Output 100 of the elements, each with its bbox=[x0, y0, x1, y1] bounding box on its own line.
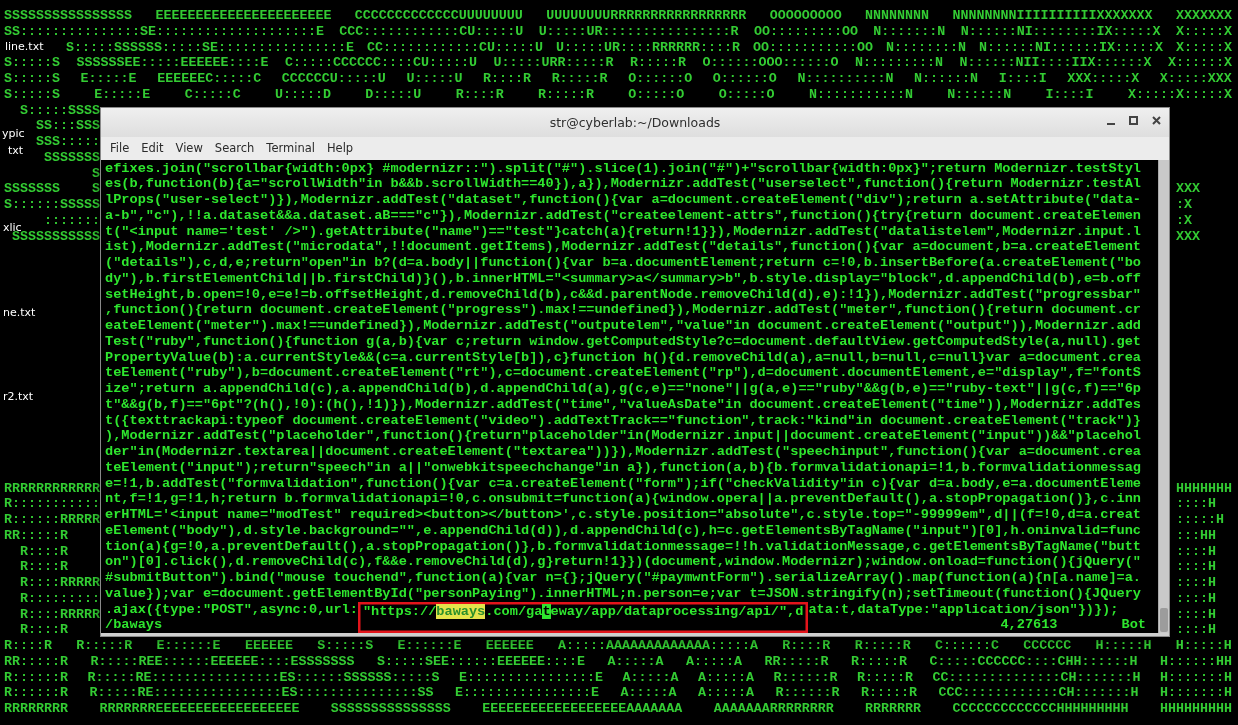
menu-item[interactable]: File bbox=[104, 139, 136, 158]
ascii-art-text: U:::::D bbox=[275, 86, 331, 103]
window-title: str@cyberlab:~/Downloads bbox=[549, 114, 721, 130]
code-text: .com/ga bbox=[485, 603, 543, 619]
ascii-art-text: X:::::X bbox=[1175, 23, 1232, 40]
code-line: teElement("ruby"),b=document.createElement("rt"),c=document.createElement("rp"),d=document.documentElement,e="display",f="fontS bbox=[105, 365, 1142, 381]
ascii-art-text: H::::::HH bbox=[1160, 653, 1232, 670]
maximize-icon[interactable] bbox=[1129, 115, 1138, 125]
code-line: es(b,function(b){a="scrollWidth"in b&&b.scrollWidth==40}),a}),Modernizr.addTest("userselect",function(){return Modernizr.testAl bbox=[105, 176, 1142, 192]
ascii-art-text: XXX bbox=[1176, 181, 1200, 197]
ascii-art-text: OO:::::::::OO bbox=[753, 23, 858, 40]
file-label[interactable]: line.txt bbox=[5, 40, 44, 53]
ascii-art-text: O:::::O bbox=[628, 86, 685, 103]
ascii-art-text: XXXXXXX bbox=[1175, 8, 1232, 24]
file-label[interactable]: ypic bbox=[2, 127, 25, 140]
menu-item[interactable]: View bbox=[169, 139, 209, 158]
ascii-art-text: D:::::U bbox=[365, 86, 422, 103]
ascii-art-text: X:::::X:::::X bbox=[1127, 86, 1232, 103]
scroll-position: Bot bbox=[1121, 617, 1146, 633]
scrollbar[interactable] bbox=[1158, 159, 1169, 633]
ascii-art-text: AAAAAAARRRRRRRR bbox=[713, 701, 834, 717]
text-cursor: t bbox=[542, 603, 551, 619]
ascii-art-text: R:::::R bbox=[630, 55, 686, 71]
ascii-art-text: I::::I bbox=[998, 71, 1047, 87]
ascii-art-text: E::::::::::::::::E bbox=[454, 685, 599, 701]
menu-item[interactable]: Search bbox=[208, 139, 261, 158]
ascii-art-text: CCC::::::::::::CH:::::::H bbox=[938, 685, 1139, 701]
menu-item[interactable]: Edit bbox=[135, 139, 170, 158]
ascii-art-text: R::::R bbox=[19, 543, 69, 559]
code-line: e=!1,b.addTest("formvalidation",function(){var c=a.createElement("form");if("checkValidity"in c){var d=a.body,e=a.documentEleme bbox=[105, 475, 1142, 492]
code-line: setHeight,b.open=!0,e=e!=b.offsetHeight,d.removeChild(b),c&&d.parentNode.removeChild(d),e):!1}),Modernizr.addTest("progressbar" bbox=[105, 286, 1142, 303]
ascii-art-text: CC::::::::::::CU:::::U bbox=[366, 39, 543, 56]
ascii-art-text: HHHHHHHHH bbox=[1159, 701, 1232, 717]
code-line: Test("ruby",function(){function g(a,b){var c;return window.getComputedStyle?c=document.defaultView.getComputedStyle(a,null).get bbox=[105, 333, 1142, 350]
ascii-art-text: CCCCCC bbox=[1023, 638, 1072, 654]
ascii-art-text: N::::::N bbox=[947, 86, 1012, 103]
ascii-art-text: XXX:::::X bbox=[1067, 71, 1140, 87]
ascii-art-text: O:::::O bbox=[718, 86, 775, 103]
ascii-art-text: RR:::::R bbox=[764, 653, 829, 670]
file-label[interactable]: ne.txt bbox=[3, 306, 36, 319]
ascii-art-text: :X bbox=[1176, 197, 1192, 212]
ascii-art-text: R:::::RE::::::::::::::::ES::::::SSSSSS:::::S bbox=[87, 669, 440, 686]
ascii-art-text: R::::R bbox=[19, 559, 69, 575]
ascii-art-text: ::::H bbox=[1176, 496, 1216, 512]
code-line: on")[0].click(),d.removeChild(c),f&&e.removeChild(d),g}return!1}})(document,window.Modernizr);window.onload=function(){jQuery(" bbox=[105, 554, 1142, 570]
ascii-art-text: N::::::NII::::IIX::::::X bbox=[959, 55, 1152, 71]
ascii-art-text: S:::::SSSSSS:::::SE::::::::::::::::E bbox=[66, 39, 354, 56]
code-line: dy"),b.firstElementChild||b.firstChild)}(),b.innerHTML="<summary>a</summary>b",b.style.display="block",d.appendChild(b),e=b.off bbox=[105, 270, 1142, 287]
search-match: baways bbox=[436, 603, 486, 619]
ascii-art-text: A:::::A bbox=[622, 669, 679, 686]
menu-item[interactable]: Terminal bbox=[260, 139, 321, 158]
ascii-art-text: ::::::: bbox=[44, 212, 100, 228]
ascii-art-text: SS:::::::::::::::SE::::::::::::::::::::E bbox=[4, 23, 324, 40]
ascii-art-text: EEEEEEC:::::C bbox=[157, 71, 262, 87]
ascii-art-text: :X bbox=[1176, 212, 1192, 228]
ascii-art-text: CCCCCCCCCCCCCUUUUUUUU bbox=[354, 8, 523, 24]
ascii-art-text: R::::R bbox=[4, 638, 52, 654]
code-line: eElement("body"),d.style.background="",e.appendChild(d)),d.appendChild(c),h=c.getElementsByTagName("input")[0],h.oninvalid=func bbox=[105, 522, 1142, 539]
ascii-art-text: CC::::::::::::::CH:::::::H bbox=[932, 669, 1141, 686]
ascii-art-text: ::::H bbox=[1176, 559, 1216, 575]
close-icon[interactable] bbox=[1152, 115, 1161, 125]
ascii-art-text: ::::H bbox=[1176, 622, 1216, 638]
ascii-art-text: A:::::A bbox=[620, 685, 677, 701]
cursor-position: 4,27613 bbox=[1000, 617, 1058, 633]
code-line: der"in(Modernizr.textarea||document.createElement("textarea"))}),Modernizr.addTest("speechinput",function(){var a=document.crea bbox=[105, 444, 1142, 460]
ascii-art-text: S:::::SSSS bbox=[20, 102, 100, 118]
ascii-art-text: E:::::E bbox=[94, 86, 151, 103]
file-label[interactable]: r2.txt bbox=[3, 390, 34, 403]
ascii-art-text: A:::::A bbox=[697, 669, 754, 686]
ascii-art-text: OOOOOOOOO bbox=[769, 8, 842, 24]
ascii-art-text: NNNNNNNNIIIIIIIIIIXXXXXXX bbox=[952, 8, 1153, 24]
ascii-art-text: HHHHHHH bbox=[1176, 480, 1232, 496]
ascii-art-text: H:::::H bbox=[1095, 638, 1152, 654]
menu-item[interactable]: Help bbox=[320, 139, 360, 158]
ascii-art-text: N::::::::N bbox=[886, 39, 966, 56]
ascii-art-text: A:::::AAAAAAAAAAAAA:::::A bbox=[558, 638, 759, 654]
ascii-art-text: U:::::UR::::::::::::::::R bbox=[538, 23, 739, 40]
ascii-art-text: N:::::::::N bbox=[855, 55, 943, 71]
ascii-art-text: E::::::E bbox=[156, 638, 221, 654]
ascii-art-text: N::::::N bbox=[914, 71, 979, 87]
file-label[interactable]: txt bbox=[8, 144, 24, 157]
ascii-art-text: R::::::R bbox=[4, 685, 68, 701]
ascii-art-text: A:::::A bbox=[685, 653, 742, 670]
file-name: /baways bbox=[105, 617, 163, 633]
ascii-art-text: RRRRRRRRRRRR bbox=[4, 480, 100, 496]
code-line: efixes.join("scrollbar{width:0px} #modernizr::").split("#").slice(1).join("#")+"scrollbar{width:0px}";return Modernizr.testStyl bbox=[105, 160, 1142, 177]
ascii-art-text: N:::::::::::N bbox=[808, 86, 913, 103]
ascii-art-text: R::::R bbox=[455, 86, 504, 103]
ascii-art-text: S:::::S bbox=[317, 638, 374, 654]
ascii-art-text: I::::I bbox=[1045, 86, 1094, 103]
ascii-art-text: CCCCCCCCCCCCCHHHHHHHHH bbox=[952, 701, 1129, 717]
ascii-art-text: S:::::S bbox=[4, 71, 60, 87]
code-line: ("details"),c,d,e;return"open"in b?(d=a.body||function(){var b=a.documentElement;return c=!0,b.insertBefore(a.createElement("bo bbox=[105, 255, 1142, 271]
code-line: t("<input name='test' />").getAttribute("name")=="test"}catch(a){return!1}}),Modernizr.addTest("datalistelem",Modernizr.input.l bbox=[105, 223, 1142, 240]
ascii-art-text: X:::::X bbox=[1176, 39, 1232, 56]
ascii-art-text: S:::::S bbox=[4, 86, 60, 103]
ascii-art-text: O::::::O bbox=[712, 71, 777, 87]
code-text: ata:t,dataType:"application/json"})}); bbox=[808, 601, 1119, 617]
code-line: eateElement("meter").max!==undefined}),Modernizr.addTest("outputelem","value"in document.createElement("output")),Modernizr.add bbox=[105, 318, 1142, 334]
ascii-art-text: S:::::S bbox=[4, 55, 60, 71]
